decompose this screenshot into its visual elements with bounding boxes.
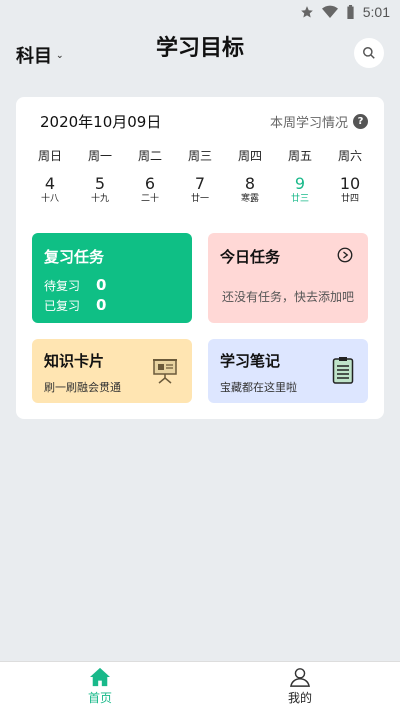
search-button[interactable] bbox=[354, 38, 384, 68]
calendar-weekday: 周二 bbox=[137, 149, 162, 163]
status-time: 5:01 bbox=[362, 4, 390, 20]
pending-count: 0 bbox=[96, 276, 107, 294]
weekly-report-link[interactable]: 本周学习情况 ? bbox=[270, 112, 368, 131]
review-stats: 待复习 0 已复习 0 bbox=[44, 275, 106, 315]
reviewed-count: 0 bbox=[96, 296, 107, 314]
calendar-lunar-date: 十九 bbox=[90, 194, 109, 204]
overview-card: 2020年10月09日 本周学习情况 ? 周日 4 十八 周一 5 十九 周二 6 二十 周三 7 廿… bbox=[16, 97, 384, 419]
calendar-day[interactable]: 周四 8 寒露 bbox=[226, 147, 274, 205]
calendar-day-number: 6 bbox=[144, 174, 156, 193]
calendar-day[interactable]: 周五 9 廿三 bbox=[276, 147, 324, 205]
calendar-weekday: 周五 bbox=[287, 149, 312, 163]
reviewed-label: 已复习 bbox=[44, 298, 81, 313]
calendar-day[interactable]: 周六 10 廿四 bbox=[326, 147, 374, 205]
weekly-report-label: 本周学习情况 bbox=[269, 116, 348, 131]
status-bar: 5:01 bbox=[0, 0, 400, 24]
today-task-title: 今日任务 bbox=[220, 248, 281, 266]
help-icon: ? bbox=[353, 114, 368, 129]
calendar-lunar-date: 寒露 bbox=[240, 194, 259, 204]
flashcards-title: 知识卡片 bbox=[44, 352, 105, 370]
flashcards-tile[interactable]: 知识卡片 刷一刷融会贯通 bbox=[32, 339, 192, 403]
header: 科目 ⌄ 学习目标 bbox=[0, 24, 400, 84]
home-icon bbox=[90, 667, 110, 687]
pending-label: 待复习 bbox=[44, 278, 81, 293]
battery-icon bbox=[347, 5, 354, 19]
current-date: 2020年10月09日 bbox=[40, 113, 162, 131]
timer-icon bbox=[336, 246, 354, 268]
calendar-day-number: 9 bbox=[294, 174, 306, 193]
flashcards-subtitle: 刷一刷融会贯通 bbox=[44, 381, 121, 394]
notes-tile[interactable]: 学习笔记 宝藏都在这里啦 bbox=[208, 339, 368, 403]
review-task-tile[interactable]: 复习任务 待复习 0 已复习 0 bbox=[32, 233, 192, 323]
calendar-lunar-date: 廿一 bbox=[190, 194, 209, 204]
calendar-day-number: 5 bbox=[94, 174, 106, 193]
review-task-title: 复习任务 bbox=[44, 248, 105, 266]
calendar-lunar-date: 廿四 bbox=[340, 194, 359, 204]
calendar-weekday: 周六 bbox=[337, 149, 362, 163]
today-task-tile[interactable]: 今日任务 还没有任务，快去添加吧 bbox=[208, 233, 368, 323]
profile-icon bbox=[290, 668, 310, 687]
star-icon bbox=[300, 6, 313, 18]
calendar-weekday: 周三 bbox=[187, 149, 212, 163]
nav-label-profile: 我的 bbox=[287, 691, 312, 705]
calendar-day[interactable]: 周一 5 十九 bbox=[76, 147, 124, 205]
search-icon bbox=[363, 47, 375, 59]
calendar-day[interactable]: 周三 7 廿一 bbox=[176, 147, 224, 205]
calendar-day[interactable]: 周日 4 十八 bbox=[26, 147, 74, 205]
notes-title: 学习笔记 bbox=[220, 352, 281, 370]
nav-item-home[interactable]: 首页 bbox=[0, 662, 200, 711]
calendar-weekday: 周日 bbox=[37, 149, 62, 163]
presentation-board-icon bbox=[152, 356, 178, 388]
calendar-day-number: 8 bbox=[244, 174, 256, 193]
notes-subtitle: 宝藏都在这里啦 bbox=[220, 381, 297, 394]
calendar-weekday: 周四 bbox=[237, 149, 262, 163]
date-row: 2020年10月09日 本周学习情况 ? bbox=[40, 111, 368, 132]
calendar-day[interactable]: 周二 6 二十 bbox=[126, 147, 174, 205]
calendar-day-number: 7 bbox=[194, 174, 206, 193]
calendar-lunar-date: 二十 bbox=[140, 194, 159, 204]
calendar-weekday: 周一 bbox=[87, 149, 112, 163]
clipboard-icon bbox=[332, 356, 354, 388]
today-empty-text: 还没有任务，快去添加吧 bbox=[221, 290, 354, 304]
calendar-lunar-date: 十八 bbox=[40, 194, 59, 204]
page-title: 学习目标 bbox=[155, 36, 244, 61]
calendar-day-number: 4 bbox=[44, 174, 56, 193]
nav-item-profile[interactable]: 我的 bbox=[200, 662, 400, 711]
calendar-lunar-date: 廿三 bbox=[290, 194, 309, 204]
nav-label-home: 首页 bbox=[87, 691, 112, 705]
week-calendar: 周日 4 十八 周一 5 十九 周二 6 二十 周三 7 廿一 周四 8 寒露 周五 9 廿三 周六 10 廿四 bbox=[26, 147, 374, 205]
wifi-icon bbox=[321, 5, 338, 19]
bottom-nav: 首页 我的 bbox=[0, 661, 400, 711]
calendar-day-number: 10 bbox=[339, 174, 361, 193]
